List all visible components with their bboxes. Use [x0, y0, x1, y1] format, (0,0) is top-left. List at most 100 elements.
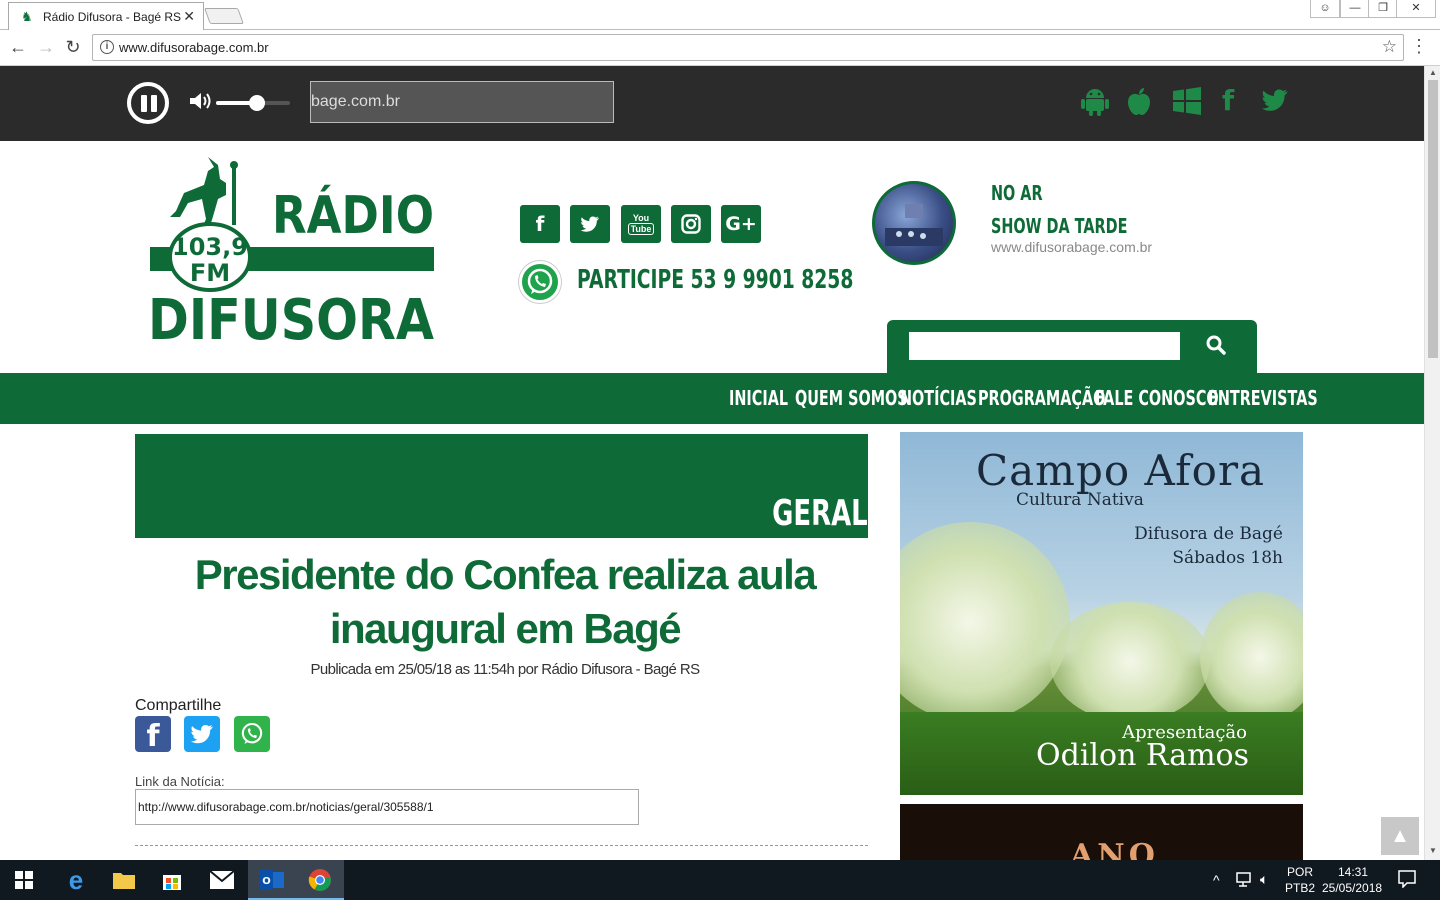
- chrome-logo-icon: [308, 869, 331, 891]
- android-icon[interactable]: [1081, 86, 1109, 116]
- stream-info-text: bage.com.br: [311, 93, 400, 110]
- on-air-show-image: [872, 181, 956, 265]
- nav-quem-somos[interactable]: QUEM SOMOS: [795, 386, 908, 410]
- new-tab-button[interactable]: [204, 8, 244, 24]
- svg-text:O: O: [262, 876, 271, 887]
- page-scrollbar[interactable]: ▲ ▼: [1424, 66, 1440, 860]
- browser-tab-strip: ♞ Rádio Difusora - Bagé RS ✕ ☺ — ❐ ✕: [0, 0, 1440, 30]
- tab-close-icon[interactable]: ✕: [183, 8, 195, 25]
- minimize-window-button[interactable]: —: [1340, 0, 1370, 18]
- windows-start-icon[interactable]: [0, 860, 48, 900]
- logo-top-word: RÁDIO: [272, 185, 434, 246]
- reload-icon[interactable]: ↻: [63, 37, 83, 57]
- share-twitter-icon[interactable]: [184, 716, 220, 752]
- ad-subtitle: Cultura Nativa: [1016, 490, 1144, 510]
- site-info-icon[interactable]: i: [100, 40, 114, 54]
- logo-frequency: 103,9: [172, 233, 248, 261]
- windows-icon[interactable]: [1172, 86, 1202, 116]
- language-code[interactable]: POR: [1287, 865, 1313, 879]
- chrome-icon[interactable]: [296, 860, 344, 900]
- article-link-input[interactable]: [135, 789, 639, 825]
- speech-bubble-icon: [1398, 870, 1416, 889]
- windows-taskbar: e O ^ 🔈︎ POR PTB2 14:31 25/05/2018: [0, 860, 1440, 900]
- stream-info-marquee: bage.com.br: [310, 81, 614, 123]
- category-label[interactable]: GERAL: [735, 492, 868, 534]
- share-facebook-icon[interactable]: f: [135, 716, 171, 754]
- on-air-label: NO AR: [991, 181, 1043, 205]
- volume-slider-handle[interactable]: [248, 95, 265, 111]
- volume-slider[interactable]: [216, 95, 290, 111]
- edge-browser-icon[interactable]: e: [52, 860, 100, 900]
- tree-right-image: [1200, 592, 1303, 722]
- speaker-icon: [190, 93, 211, 109]
- back-arrow-icon[interactable]: ←: [8, 37, 28, 57]
- tray-chevron-up-icon[interactable]: ^: [1213, 872, 1220, 888]
- browser-menu-icon[interactable]: ⋮: [1410, 36, 1428, 56]
- ad-presenter-name: Odilon Ramos: [1036, 738, 1249, 773]
- scroll-down-icon[interactable]: ▼: [1429, 846, 1437, 855]
- header-google-plus-icon[interactable]: G+: [721, 205, 761, 243]
- volume-icon[interactable]: [188, 90, 214, 112]
- browser-toolbar: ← → ↻ i www.difusorabage.com.br ☆ ⋮: [0, 30, 1440, 66]
- tab-title: Rádio Difusora - Bagé RS: [43, 10, 182, 24]
- category-banner: GERAL: [135, 434, 868, 538]
- nav-fale-conosco[interactable]: FALE CONOSCO: [1095, 386, 1219, 410]
- browser-tab[interactable]: ♞ Rádio Difusora - Bagé RS ✕: [8, 2, 204, 30]
- nav-noticias[interactable]: NOTÍCIAS: [900, 386, 977, 410]
- scroll-up-icon[interactable]: ▲: [1429, 68, 1437, 77]
- header-instagram-icon[interactable]: [671, 205, 711, 243]
- file-explorer-icon[interactable]: [100, 860, 148, 900]
- bookmark-star-icon[interactable]: ☆: [1382, 37, 1397, 57]
- back-to-top-button[interactable]: ▲: [1381, 817, 1419, 855]
- category-label-text: GERAL: [772, 493, 868, 534]
- forward-arrow-icon[interactable]: →: [36, 37, 56, 57]
- pause-button[interactable]: [127, 82, 169, 124]
- article-published-info: Publicada em 25/05/18 as 11:54h por Rádi…: [310, 661, 701, 678]
- keyboard-layout[interactable]: PTB2: [1285, 881, 1315, 895]
- site-logo[interactable]: 103,9 FM RÁDIO DIFUSORA: [148, 155, 438, 353]
- nav-inicial[interactable]: INICIAL: [729, 386, 788, 410]
- share-whatsapp-icon[interactable]: [234, 716, 270, 752]
- header-twitter-icon[interactable]: [570, 205, 610, 243]
- second-ad-text: ANO: [1070, 838, 1159, 860]
- article-link-label: Link da Notícia:: [135, 774, 225, 789]
- header-youtube-icon[interactable]: You Tube: [621, 205, 661, 243]
- ad-schedule: Sábados 18h: [1172, 548, 1283, 568]
- on-air-show-title[interactable]: SHOW DA TARDE: [991, 214, 1127, 238]
- share-twitter-bird-icon: [190, 725, 214, 744]
- scrollbar-thumb[interactable]: [1428, 80, 1438, 358]
- volume-muted-icon[interactable]: 🔈︎: [1260, 871, 1268, 888]
- twitter-icon[interactable]: [1260, 86, 1290, 114]
- nav-entrevistas[interactable]: ENTREVISTAS: [1208, 386, 1318, 410]
- store-icon[interactable]: [148, 860, 196, 900]
- twitter-bird-icon: [580, 216, 600, 232]
- clock-date[interactable]: 25/05/2018: [1322, 881, 1382, 895]
- clock-time[interactable]: 14:31: [1338, 865, 1368, 879]
- header-facebook-icon[interactable]: f: [520, 205, 560, 243]
- close-window-button[interactable]: ✕: [1396, 0, 1436, 18]
- mail-icon[interactable]: [198, 860, 246, 900]
- search-box: [887, 320, 1257, 373]
- participe-phone-text[interactable]: PARTICIPE 53 9 9901 8258: [577, 265, 853, 295]
- ad-title: Campo Afora: [976, 446, 1266, 495]
- campo-afora-ad-banner[interactable]: Campo Afora Cultura Nativa Difusora de B…: [900, 432, 1303, 795]
- nav-programacao[interactable]: PROGRAMAÇÃO: [978, 386, 1105, 410]
- whatsapp-icon[interactable]: [519, 261, 561, 303]
- radio-difusora-logo-icon: 103,9 FM RÁDIO DIFUSORA: [148, 157, 435, 353]
- second-ad-banner[interactable]: ANO: [900, 804, 1303, 860]
- network-icon[interactable]: [1236, 872, 1254, 891]
- profile-icon[interactable]: ☺: [1310, 0, 1340, 18]
- site-header: 103,9 FM RÁDIO DIFUSORA f YouTube G+ PAR…: [0, 141, 1424, 373]
- outlook-logo-icon: O: [260, 870, 284, 890]
- share-whatsapp-phone-icon: [241, 722, 263, 744]
- facebook-icon[interactable]: f: [1222, 86, 1234, 116]
- instagram-camera-icon: [681, 214, 701, 234]
- outlook-icon[interactable]: O: [248, 860, 296, 900]
- notification-center-icon[interactable]: [1398, 870, 1416, 891]
- address-bar[interactable]: i www.difusorabage.com.br ☆: [92, 34, 1404, 61]
- search-input[interactable]: [909, 332, 1180, 360]
- restore-window-button[interactable]: ❐: [1368, 0, 1398, 18]
- search-icon[interactable]: [1205, 334, 1227, 356]
- apple-icon[interactable]: [1125, 86, 1153, 116]
- url-text: www.difusorabage.com.br: [119, 40, 269, 55]
